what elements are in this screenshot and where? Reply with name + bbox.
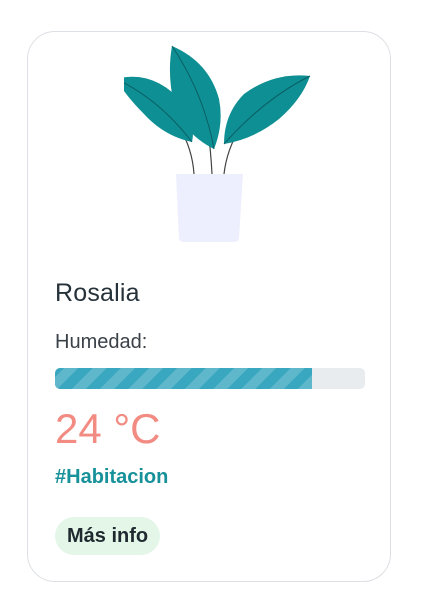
humidity-label: Humedad:	[55, 331, 148, 353]
humidity-progress-bar	[55, 368, 365, 389]
plant-card: Rosalia Humedad: 24 °C #Habitacion Más i…	[27, 31, 391, 582]
potted-plant-icon	[124, 45, 311, 242]
more-info-button[interactable]: Más info	[55, 517, 161, 555]
location-tag[interactable]: #Habitacion	[55, 466, 168, 489]
humidity-progress-fill	[55, 368, 313, 389]
plant-name: Rosalia	[55, 279, 140, 307]
temperature-value: 24 °C	[55, 405, 161, 452]
